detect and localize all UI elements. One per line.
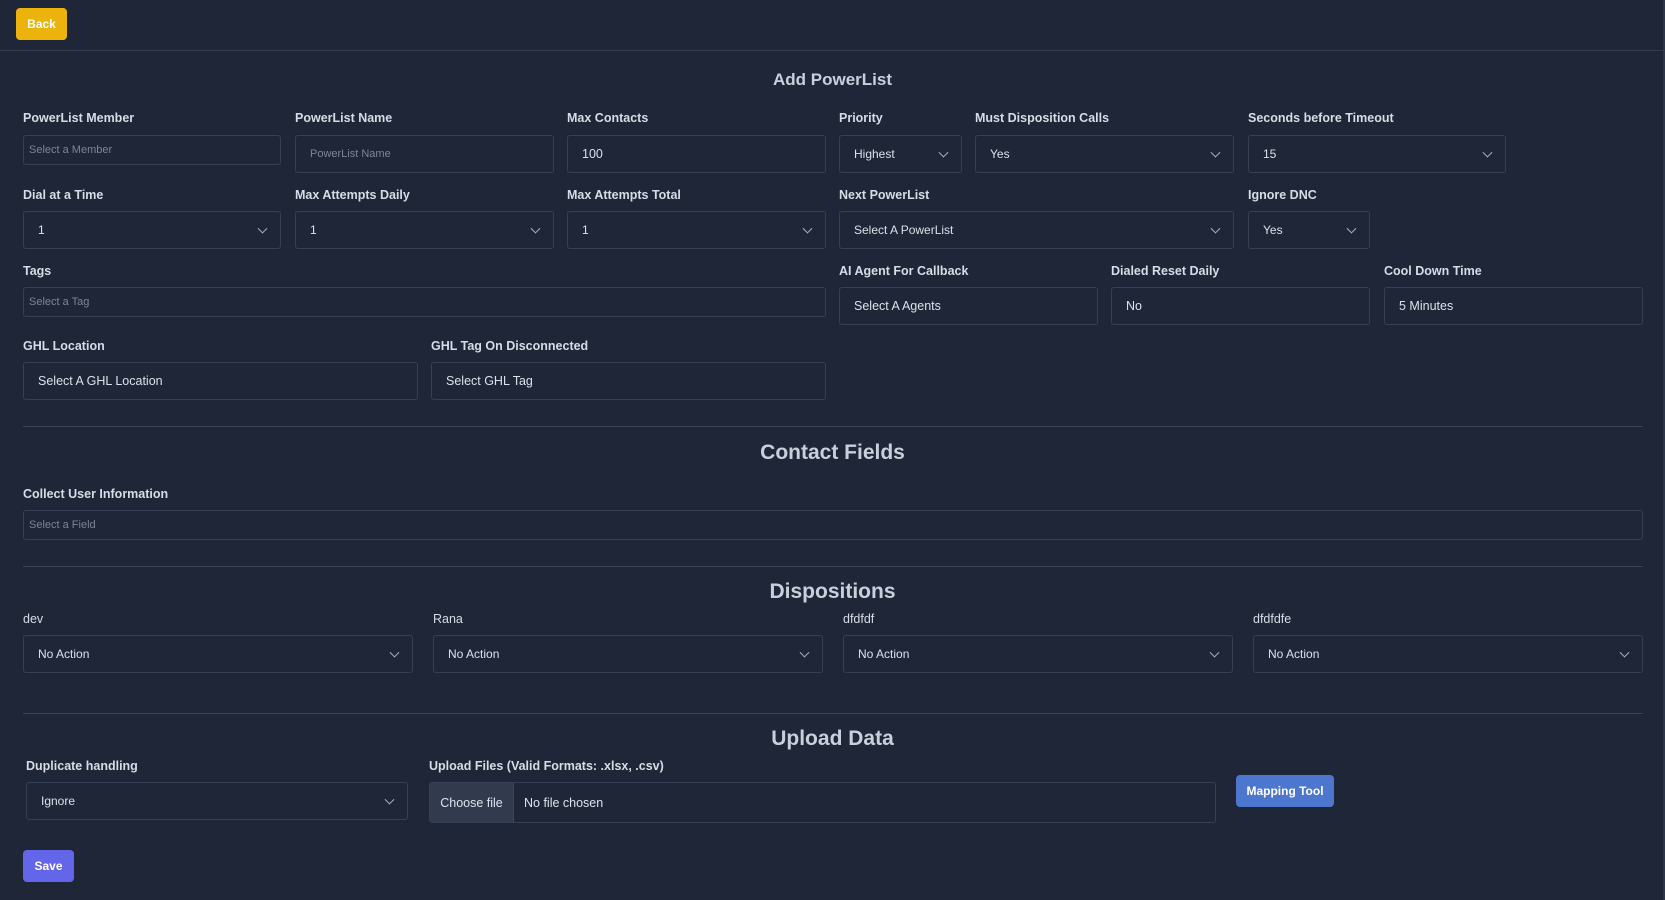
- dial-at-time-value: 1: [38, 223, 45, 237]
- ai-agent-select[interactable]: Select A Agents: [839, 287, 1098, 325]
- chevron-down-icon: [1619, 647, 1630, 658]
- dial-at-time-select[interactable]: 1: [23, 211, 281, 249]
- dialed-reset-select[interactable]: No: [1111, 287, 1370, 325]
- max-contacts-label: Max Contacts: [567, 111, 649, 125]
- chevron-down-icon: [938, 147, 949, 158]
- duplicate-handling-value: Ignore: [41, 794, 76, 808]
- dialed-reset-label: Dialed Reset Daily: [1111, 264, 1220, 278]
- ignore-dnc-value: Yes: [1263, 223, 1283, 237]
- disposition-label: dev: [23, 612, 44, 626]
- next-powerlist-label: Next PowerList: [839, 188, 930, 202]
- disposition-select[interactable]: No Action: [843, 635, 1233, 673]
- dispositions-title: Dispositions: [769, 580, 896, 603]
- disposition-value: No Action: [448, 647, 500, 661]
- disposition-label: Rana: [433, 612, 463, 626]
- must-disposition-value: Yes: [990, 147, 1010, 161]
- back-button[interactable]: Back: [16, 8, 67, 40]
- chevron-down-icon: [1210, 223, 1221, 234]
- powerlist-name-label: PowerList Name: [295, 111, 393, 125]
- tags-label: Tags: [23, 264, 52, 278]
- chevron-down-icon: [799, 647, 810, 658]
- ghl-location-label: GHL Location: [23, 339, 105, 353]
- mapping-tool-button[interactable]: Mapping Tool: [1236, 775, 1334, 807]
- disposition-select[interactable]: No Action: [433, 635, 823, 673]
- disposition-value: No Action: [858, 647, 910, 661]
- chevron-down-icon: [802, 223, 813, 234]
- powerlist-member-label: PowerList Member: [23, 111, 135, 125]
- chevron-down-icon: [1482, 147, 1493, 158]
- max-attempts-total-select[interactable]: 1: [567, 211, 826, 249]
- ignore-dnc-select[interactable]: Yes: [1248, 211, 1370, 249]
- ai-agent-label: AI Agent For Callback: [839, 264, 969, 278]
- divider: [23, 566, 1643, 567]
- chevron-down-icon: [389, 647, 400, 658]
- chevron-down-icon: [530, 223, 541, 234]
- dial-at-time-label: Dial at a Time: [23, 188, 104, 202]
- chevron-down-icon: [257, 223, 268, 234]
- seconds-timeout-select[interactable]: 15: [1248, 135, 1506, 173]
- disposition-value: No Action: [38, 647, 90, 661]
- ghl-tag-label: GHL Tag On Disconnected: [431, 339, 589, 353]
- powerlist-name-input[interactable]: PowerList Name: [295, 135, 554, 173]
- next-powerlist-select[interactable]: Select A PowerList: [839, 211, 1234, 249]
- ghl-tag-select[interactable]: Select GHL Tag: [431, 362, 826, 400]
- max-contacts-input[interactable]: 100: [567, 135, 826, 173]
- form-title: Add PowerList: [772, 70, 892, 89]
- max-attempts-total-value: 1: [582, 223, 589, 237]
- cool-down-select[interactable]: 5 Minutes: [1384, 287, 1643, 325]
- chevron-down-icon: [384, 794, 395, 805]
- chevron-down-icon: [1209, 647, 1220, 658]
- choose-file-button[interactable]: Choose file: [430, 783, 514, 822]
- divider: [23, 713, 1643, 714]
- must-disposition-select[interactable]: Yes: [975, 135, 1234, 173]
- upload-data-title: Upload Data: [771, 727, 894, 750]
- duplicate-handling-label: Duplicate handling: [26, 759, 138, 773]
- max-attempts-daily-value: 1: [310, 223, 317, 237]
- contact-fields-title: Contact Fields: [760, 441, 905, 464]
- max-attempts-daily-select[interactable]: 1: [295, 211, 554, 249]
- divider: [23, 426, 1643, 427]
- collect-user-info-label: Collect User Information: [23, 487, 169, 501]
- next-powerlist-value: Select A PowerList: [854, 223, 954, 237]
- disposition-select[interactable]: No Action: [23, 635, 413, 673]
- must-disposition-label: Must Disposition Calls: [975, 111, 1110, 125]
- upload-files-label: Upload Files (Valid Formats: .xlsx, .csv…: [429, 759, 664, 773]
- collect-user-info-select[interactable]: Select a Field: [23, 510, 1643, 540]
- seconds-timeout-label: Seconds before Timeout: [1248, 111, 1394, 125]
- ignore-dnc-label: Ignore DNC: [1248, 188, 1317, 202]
- max-attempts-daily-label: Max Attempts Daily: [295, 188, 410, 202]
- disposition-label: dfdfdfe: [1253, 612, 1292, 626]
- top-bar: [0, 0, 1665, 51]
- add-powerlist-page: Back Add PowerList PowerList Member Sele…: [0, 0, 1665, 900]
- disposition-label: dfdfdf: [843, 612, 875, 626]
- chevron-down-icon: [1346, 223, 1357, 234]
- file-status-text: No file chosen: [524, 795, 604, 810]
- priority-value: Highest: [854, 147, 895, 161]
- file-upload-input[interactable]: Choose file No file chosen: [429, 782, 1216, 823]
- chevron-down-icon: [1210, 147, 1221, 158]
- priority-label: Priority: [839, 111, 883, 125]
- duplicate-handling-select[interactable]: Ignore: [26, 782, 408, 820]
- save-button[interactable]: Save: [23, 850, 74, 882]
- tags-select[interactable]: Select a Tag: [23, 287, 826, 317]
- priority-select[interactable]: Highest: [839, 135, 962, 173]
- disposition-select[interactable]: No Action: [1253, 635, 1643, 673]
- disposition-value: No Action: [1268, 647, 1320, 661]
- max-attempts-total-label: Max Attempts Total: [567, 188, 681, 202]
- ghl-location-select[interactable]: Select A GHL Location: [23, 362, 418, 400]
- powerlist-member-select[interactable]: Select a Member: [23, 135, 281, 165]
- cool-down-label: Cool Down Time: [1384, 264, 1482, 278]
- seconds-timeout-value: 15: [1263, 147, 1277, 161]
